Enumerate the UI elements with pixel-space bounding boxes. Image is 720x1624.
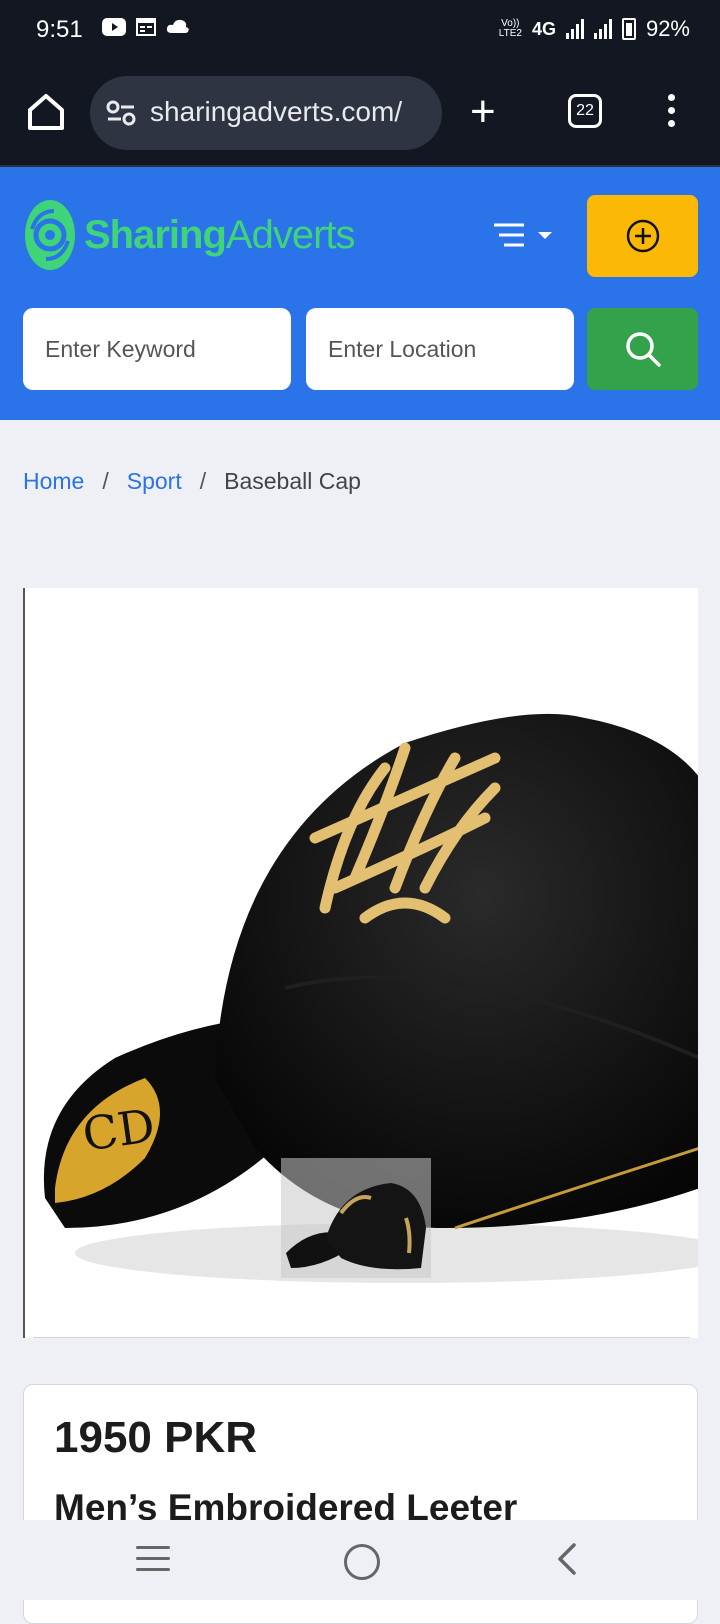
breadcrumb-home[interactable]: Home xyxy=(23,468,84,495)
keyword-input[interactable] xyxy=(23,308,291,390)
cloud-icon xyxy=(166,19,189,33)
recent-apps-icon[interactable] xyxy=(136,1546,170,1579)
logo-text-adverts: Adverts xyxy=(225,212,356,257)
site-logo[interactable]: SharingAdverts xyxy=(24,199,356,271)
calendar-icon xyxy=(136,18,156,36)
signal-icon xyxy=(565,19,584,39)
tab-switcher-button[interactable]: 22 xyxy=(568,94,602,128)
browser-menu-icon[interactable] xyxy=(668,94,676,133)
logo-text-sharing: Sharing xyxy=(84,212,227,257)
address-bar[interactable]: sharingadverts.com/ xyxy=(90,76,442,150)
image-thumbnail[interactable] xyxy=(281,1158,431,1278)
breadcrumb-separator: / xyxy=(199,468,207,494)
status-time: 9:51 xyxy=(36,16,83,43)
home-circle-icon[interactable] xyxy=(344,1544,380,1580)
status-bar: 9:51 Vo)) LTE2 4G 92% xyxy=(0,0,720,62)
breadcrumb: Home / Sport / Baseball Cap xyxy=(23,468,361,495)
youtube-icon xyxy=(102,18,126,36)
breadcrumb-sport[interactable]: Sport xyxy=(127,468,182,495)
post-ad-button[interactable] xyxy=(587,195,698,277)
product-image-gallery[interactable]: CD xyxy=(23,588,698,1338)
new-tab-button[interactable]: + xyxy=(470,90,496,134)
breadcrumb-current: Baseball Cap xyxy=(224,468,361,494)
location-input[interactable] xyxy=(306,308,574,390)
search-button[interactable] xyxy=(587,308,698,390)
browser-toolbar: sharingadverts.com/ + 22 xyxy=(0,62,720,167)
site-settings-icon[interactable] xyxy=(106,100,136,126)
tab-count: 22 xyxy=(576,102,594,119)
system-navigation-bar xyxy=(0,1520,720,1600)
image-divider xyxy=(33,1337,690,1338)
volte-badge: Vo)) LTE2 xyxy=(498,18,522,39)
svg-text:CD: CD xyxy=(79,1098,158,1162)
signal-icon-2 xyxy=(593,19,612,39)
battery-icon xyxy=(621,18,636,40)
network-type: 4G xyxy=(531,18,556,39)
back-icon[interactable] xyxy=(554,1542,580,1576)
url-text: sharingadverts.com/ xyxy=(150,96,403,127)
site-header: SharingAdverts xyxy=(0,167,720,420)
battery-level: 92% xyxy=(645,16,690,41)
search-icon xyxy=(625,332,661,367)
add-circle-icon xyxy=(626,219,659,253)
logo-icon xyxy=(25,200,75,270)
product-price: 1950 PKR xyxy=(54,1413,258,1462)
home-icon[interactable] xyxy=(24,90,68,134)
thumbnail-image xyxy=(286,1183,426,1270)
category-menu-icon[interactable] xyxy=(494,221,558,249)
breadcrumb-separator: / xyxy=(102,468,109,494)
